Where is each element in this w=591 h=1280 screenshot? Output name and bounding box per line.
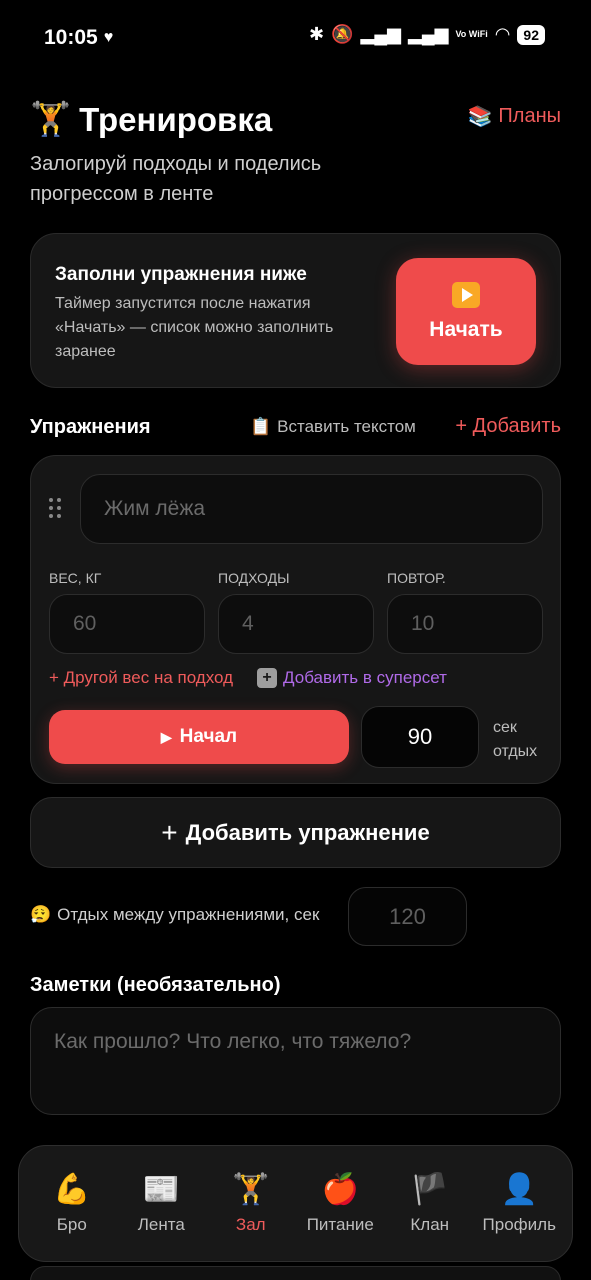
books-icon: 📚: [467, 106, 493, 128]
battery-icon: 92: [517, 24, 545, 45]
reps-input[interactable]: [387, 594, 543, 654]
bluetooth-icon: ✱: [309, 24, 325, 44]
nav-item-bro[interactable]: 💪 Бро: [29, 1173, 115, 1235]
add-exercise-link[interactable]: + Добавить: [455, 415, 561, 438]
heart-icon: ♥: [103, 29, 114, 46]
exercises-header: Упражнения 📋 Вставить текстом + Добавить: [30, 414, 561, 442]
exhale-face-icon: 😮‍💨: [30, 905, 52, 924]
start-card-text: Таймер запустится после нажатия «Начать»…: [55, 295, 334, 360]
rest-seconds-input[interactable]: [361, 706, 479, 768]
set-start-button[interactable]: ▶ Начал: [49, 710, 349, 764]
content-peek: [30, 1266, 561, 1280]
clipboard-icon: 📋: [250, 417, 272, 436]
sets-label: ПОДХОДЫ: [218, 570, 290, 586]
add-superset-link[interactable]: + Добавить в суперсет: [257, 668, 447, 688]
rest-unit-rest: отдых: [493, 743, 538, 760]
nav-item-nutrition[interactable]: 🍎 Питание: [297, 1173, 383, 1235]
set-start-label: Начал: [179, 726, 238, 747]
bottom-nav: 💪 Бро 📰 Лента 🏋️ Зал 🍎 Питание 🏴 Клан 👤 …: [18, 1145, 573, 1262]
nav-label: Профиль: [482, 1214, 556, 1234]
page-title-text: Тренировка: [79, 100, 273, 138]
start-workout-label: Начать: [429, 317, 503, 341]
clock: 10:05: [44, 26, 98, 49]
exercises-label: Упражнения: [30, 416, 151, 438]
reps-label: ПОВТОР.: [387, 570, 446, 586]
signal-icon: ▂▄▆: [360, 24, 401, 44]
start-card-title: Заполни упражнения ниже: [55, 264, 307, 285]
plans-label: Планы: [498, 105, 561, 127]
rest-unit-sec: сек: [493, 719, 517, 736]
apple-icon: 🍎: [321, 1172, 359, 1206]
exercise-name-input[interactable]: [80, 474, 543, 544]
page-header: 🏋️ Тренировка 📚 Планы Залогируй подходы …: [30, 100, 561, 209]
play-icon: [452, 281, 480, 308]
other-weight-link[interactable]: + Другой вес на подход: [49, 668, 233, 688]
sets-input[interactable]: [218, 594, 374, 654]
add-exercise-label: Добавить упражнение: [185, 819, 430, 845]
flag-icon: 🏴: [411, 1172, 449, 1206]
exercise-links: + Другой вес на подход + Добавить в супе…: [49, 668, 447, 688]
nav-item-profile[interactable]: 👤 Профиль: [476, 1173, 562, 1235]
weight-input[interactable]: [49, 594, 205, 654]
play-triangle-icon: ▶: [160, 728, 172, 745]
status-icons: ✱ 🔕 ▂▄▆ ▂▄▆ Vo WiFi ◠ 92: [309, 24, 545, 45]
exercise-card: ВЕС, КГ ПОДХОДЫ ПОВТОР. + Другой вес на …: [30, 455, 561, 784]
nav-label: Бро: [56, 1214, 87, 1234]
nav-label: Клан: [410, 1214, 450, 1234]
user-icon: 👤: [500, 1172, 538, 1206]
nav-label: Лента: [137, 1214, 185, 1234]
nav-item-clan[interactable]: 🏴 Клан: [387, 1173, 473, 1235]
weight-label: ВЕС, КГ: [49, 570, 102, 586]
notes-input[interactable]: [30, 1007, 561, 1115]
page-subtitle: Залогируй подходы и поделись прогрессом …: [30, 153, 322, 205]
nav-item-gym[interactable]: 🏋️ Зал: [208, 1173, 294, 1235]
start-workout-button[interactable]: Начать: [396, 258, 536, 365]
newspaper-icon: 📰: [142, 1172, 180, 1206]
nav-item-feed[interactable]: 📰 Лента: [118, 1173, 204, 1235]
add-superset-label: Добавить в суперсет: [283, 668, 447, 687]
plus-icon: +: [161, 816, 178, 848]
mute-icon: 🔕: [331, 24, 354, 44]
weightlifter-icon: 🏋️: [232, 1172, 270, 1206]
signal-2-icon: ▂▄▆: [408, 24, 449, 44]
nav-label: Питание: [306, 1214, 374, 1234]
rest-between-input[interactable]: [348, 887, 467, 946]
rest-between-label: Отдых между упражнениями, сек: [57, 905, 320, 924]
drag-handle-icon[interactable]: [49, 498, 61, 518]
vowifi-label: Vo WiFi: [455, 29, 488, 39]
status-bar: 10:05 ♥ ✱ 🔕 ▂▄▆ ▂▄▆ Vo WiFi ◠ 92: [0, 0, 591, 76]
paste-text-label: Вставить текстом: [277, 417, 416, 436]
plans-link[interactable]: 📚 Планы: [468, 104, 562, 129]
start-card: Заполни упражнения ниже Таймер запуститс…: [30, 233, 561, 388]
notes-label: Заметки (необязательно): [30, 974, 281, 996]
rest-between-row: 😮‍💨 Отдых между упражнениями, сек: [30, 905, 319, 925]
status-time: 10:05 ♥: [44, 26, 113, 50]
weightlifter-icon: 🏋️: [30, 100, 72, 137]
add-exercise-button[interactable]: + Добавить упражнение: [30, 797, 561, 868]
nav-label: Зал: [235, 1214, 266, 1234]
paste-text-link[interactable]: 📋 Вставить текстом: [250, 417, 416, 437]
muscle-icon: 💪: [53, 1172, 91, 1206]
rest-unit-label: сек отдых: [493, 716, 537, 764]
wifi-icon: ◠: [494, 24, 511, 44]
plus-box-icon: +: [257, 668, 278, 688]
